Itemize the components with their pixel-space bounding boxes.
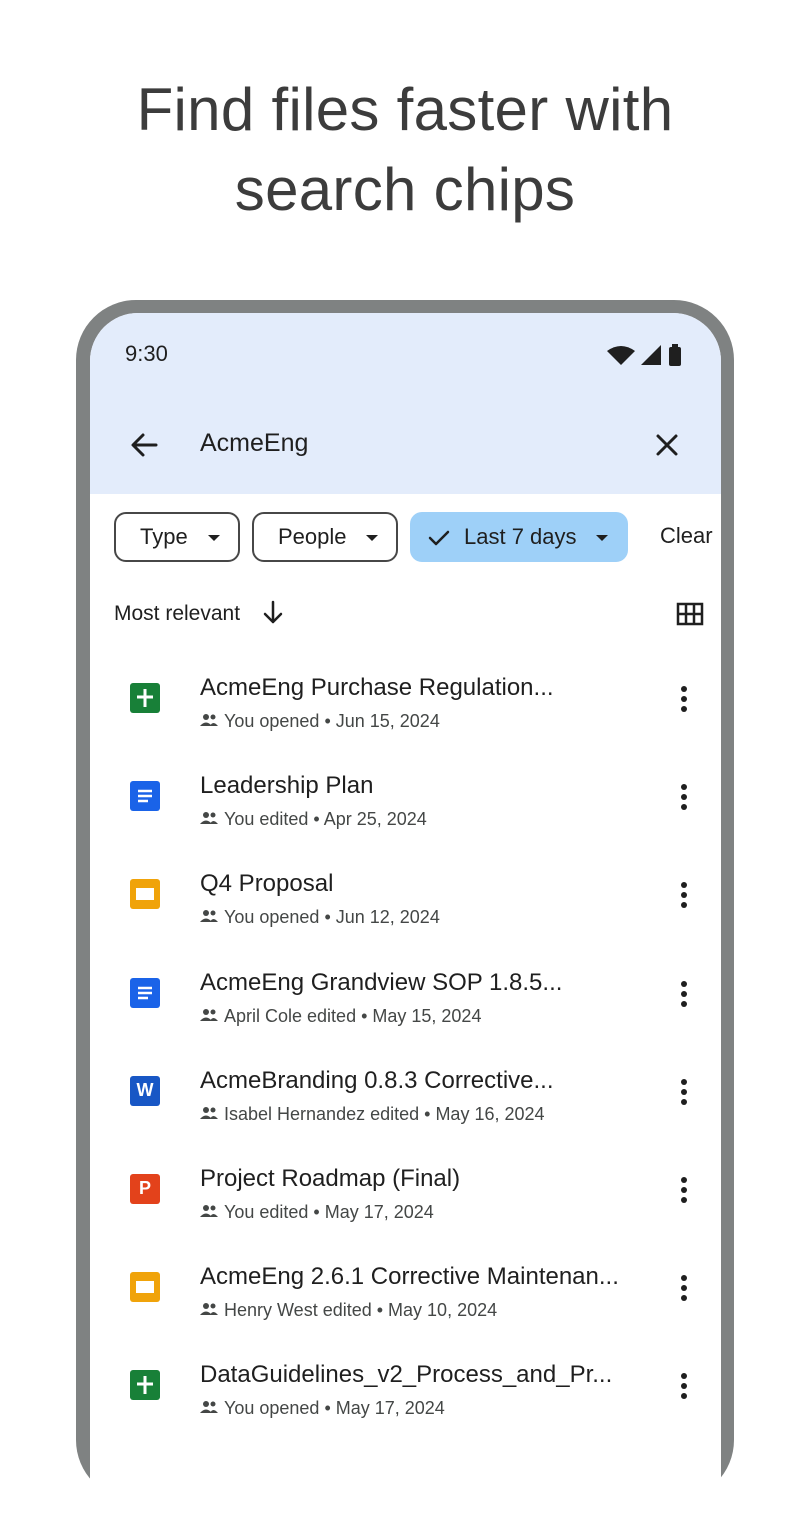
headline-line-1: Find files faster with: [136, 76, 674, 143]
shared-people-icon: [200, 809, 218, 830]
file-title: AcmeEng Grandview SOP 1.8.5...: [200, 968, 563, 996]
file-meta: You opened • Jun 12, 2024: [200, 907, 440, 928]
status-icons: [601, 343, 691, 367]
more-vert-icon[interactable]: [679, 1275, 689, 1303]
grid-view-icon[interactable]: [676, 602, 704, 626]
close-icon[interactable]: [643, 421, 691, 469]
file-row[interactable]: DataGuidelines_v2_Process_and_Pr... You o…: [90, 1340, 721, 1438]
word-file-icon: W: [130, 1075, 160, 1106]
sort-row: Most relevant: [114, 598, 704, 634]
file-row[interactable]: P Project Roadmap (Final) You edited • May…: [90, 1144, 721, 1242]
file-row[interactable]: AcmeEng 2.6.1 Corrective Maintenan... Hen…: [90, 1242, 721, 1340]
headline-line-2: search chips: [234, 156, 576, 223]
filter-chips: Type People Last 7 days Clear: [114, 512, 721, 562]
file-list: AcmeEng Purchase Regulation... You opened…: [90, 653, 721, 1439]
slides-file-icon: [130, 879, 160, 910]
file-title: Q4 Proposal: [200, 870, 334, 898]
chip-type-label: Type: [140, 524, 188, 549]
file-meta: Isabel Hernandez edited • May 16, 2024: [200, 1104, 545, 1125]
powerpoint-file-icon: P: [130, 1173, 160, 1204]
file-meta: Henry West edited • May 10, 2024: [200, 1300, 497, 1321]
file-row[interactable]: Leadership Plan You edited • Apr 25, 2024: [90, 751, 721, 849]
slides-file-icon: [130, 1272, 160, 1303]
docs-file-icon: [130, 977, 160, 1008]
file-row[interactable]: Q4 Proposal You opened • Jun 12, 2024: [90, 849, 721, 947]
file-title: DataGuidelines_v2_Process_and_Pr...: [200, 1361, 613, 1389]
search-input[interactable]: AcmeEng: [200, 429, 308, 458]
file-meta-text: You edited • May 17, 2024: [224, 1201, 434, 1222]
status-time: 9:30: [125, 341, 168, 366]
check-icon: [428, 530, 450, 546]
chip-last-7-days-label: Last 7 days: [464, 524, 577, 549]
arrow-down-icon[interactable]: [262, 600, 284, 626]
file-title: AcmeBranding 0.8.3 Corrective...: [200, 1066, 554, 1094]
file-row[interactable]: W AcmeBranding 0.8.3 Corrective... Isabel …: [90, 1046, 721, 1144]
shared-people-icon: [200, 1398, 218, 1419]
file-meta-text: Isabel Hernandez edited • May 16, 2024: [224, 1103, 545, 1124]
dropdown-arrow-icon: [208, 535, 220, 541]
chip-last-7-days[interactable]: Last 7 days: [410, 512, 628, 562]
file-row[interactable]: AcmeEng Grandview SOP 1.8.5... April Cole…: [90, 948, 721, 1046]
more-vert-icon[interactable]: [679, 784, 689, 812]
file-meta-text: April Cole edited • May 15, 2024: [224, 1005, 482, 1026]
more-vert-icon[interactable]: [679, 882, 689, 910]
file-meta-text: You opened • Jun 15, 2024: [224, 711, 440, 731]
search-bar: AcmeEng: [90, 403, 721, 483]
dropdown-arrow-icon: [366, 535, 378, 541]
file-meta: April Cole edited • May 15, 2024: [200, 1006, 481, 1027]
more-vert-icon[interactable]: [679, 980, 689, 1009]
sheets-file-icon: [130, 1370, 160, 1401]
battery-icon: [669, 344, 681, 366]
dropdown-arrow-icon: [596, 535, 608, 541]
file-meta-text: You opened • May 17, 2024: [224, 1398, 445, 1419]
wifi-icon: [607, 346, 635, 365]
file-meta: You opened • May 17, 2024: [200, 1398, 445, 1419]
chip-type[interactable]: Type: [114, 512, 240, 562]
file-meta-text: You opened • Jun 12, 2024: [224, 907, 440, 928]
phone-screen: 9:30 AcmeEng Type People Last 7 days Cle…: [90, 313, 721, 1513]
signal-icon: [641, 345, 661, 365]
file-title: AcmeEng Purchase Regulation...: [200, 674, 554, 701]
more-vert-icon[interactable]: [679, 686, 689, 714]
shared-people-icon: [200, 711, 218, 732]
clear-filters-button[interactable]: Clear: [660, 523, 713, 549]
sort-button[interactable]: Most relevant: [114, 602, 240, 626]
file-meta: You edited • May 17, 2024: [200, 1202, 434, 1223]
shared-people-icon: [200, 1006, 218, 1027]
file-row[interactable]: AcmeEng Purchase Regulation... You opened…: [90, 653, 721, 751]
more-vert-icon[interactable]: [679, 1373, 689, 1401]
file-meta-text: You edited • Apr 25, 2024: [224, 809, 427, 830]
app-header: 9:30 AcmeEng: [90, 313, 721, 494]
docs-file-icon: [130, 781, 160, 812]
shared-people-icon: [200, 1104, 218, 1125]
more-vert-icon[interactable]: [679, 1078, 689, 1107]
arrow-back-icon[interactable]: [120, 421, 168, 469]
file-title: AcmeEng 2.6.1 Corrective Maintenan...: [200, 1263, 619, 1291]
file-meta: You edited • Apr 25, 2024: [200, 809, 427, 830]
headline: Find files faster with search chips: [0, 70, 810, 230]
shared-people-icon: [200, 1300, 218, 1321]
chip-people[interactable]: People: [252, 512, 398, 562]
shared-people-icon: [200, 1202, 218, 1223]
file-title: Leadership Plan: [200, 772, 374, 800]
file-title: Project Roadmap (Final): [200, 1164, 461, 1192]
shared-people-icon: [200, 907, 218, 928]
more-vert-icon[interactable]: [679, 1176, 689, 1205]
chip-people-label: People: [278, 524, 347, 549]
sheets-file-icon: [130, 683, 160, 713]
file-meta: You opened • Jun 15, 2024: [200, 711, 440, 732]
file-meta-text: Henry West edited • May 10, 2024: [224, 1300, 498, 1321]
